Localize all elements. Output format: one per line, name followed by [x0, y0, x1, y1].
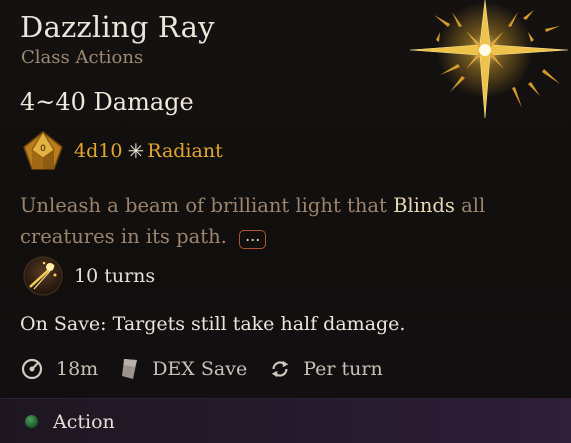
recharge-icon: [271, 360, 289, 378]
on-save-text: On Save: Targets still take half damage.: [20, 313, 406, 335]
svg-text:0: 0: [40, 144, 46, 154]
action-cost-bar: Action: [0, 398, 571, 443]
duration-row: 10 turns: [22, 255, 155, 297]
spell-tooltip: Dazzling Ray Class Actions 4~40 Damage 0…: [0, 0, 571, 443]
action-resource-icon: [25, 415, 38, 428]
range-item: 18m: [20, 357, 98, 381]
save-item: DEX Save: [120, 357, 247, 381]
damage-type: Radiant: [147, 140, 223, 162]
recharge-value: Per turn: [303, 358, 383, 380]
d10-dice-icon: 0: [23, 131, 63, 170]
action-label: Action: [53, 410, 115, 433]
recharge-item: Per turn: [269, 358, 383, 380]
dex-save-icon: [122, 359, 138, 379]
spell-star-icon: [410, 0, 569, 119]
dice-formula: 4d10: [74, 140, 123, 162]
range-value: 18m: [56, 358, 99, 380]
spell-description: Unleash a beam of brilliant light that B…: [20, 190, 550, 252]
spell-category: Class Actions: [21, 47, 144, 68]
damage-range: 4~40 Damage: [20, 88, 194, 116]
expand-description-button[interactable]: ...: [239, 228, 267, 249]
blinded-condition-icon: [23, 256, 63, 296]
blinds-keyword[interactable]: Blinds: [393, 194, 455, 217]
sparkle-icon: ✳: [127, 139, 145, 163]
damage-dice-row: 0 4d10 ✳ Radiant: [22, 131, 223, 171]
damage-dice-text: 4d10 ✳ Radiant: [74, 139, 223, 163]
spell-title: Dazzling Ray: [20, 10, 215, 44]
duration-text: 10 turns: [74, 265, 156, 287]
save-type: DEX Save: [152, 358, 248, 380]
range-icon: [21, 358, 43, 380]
description-text: Unleash a beam of brilliant light that: [20, 194, 394, 217]
spell-meta-row: 18m DEX Save Per turn: [20, 357, 405, 381]
